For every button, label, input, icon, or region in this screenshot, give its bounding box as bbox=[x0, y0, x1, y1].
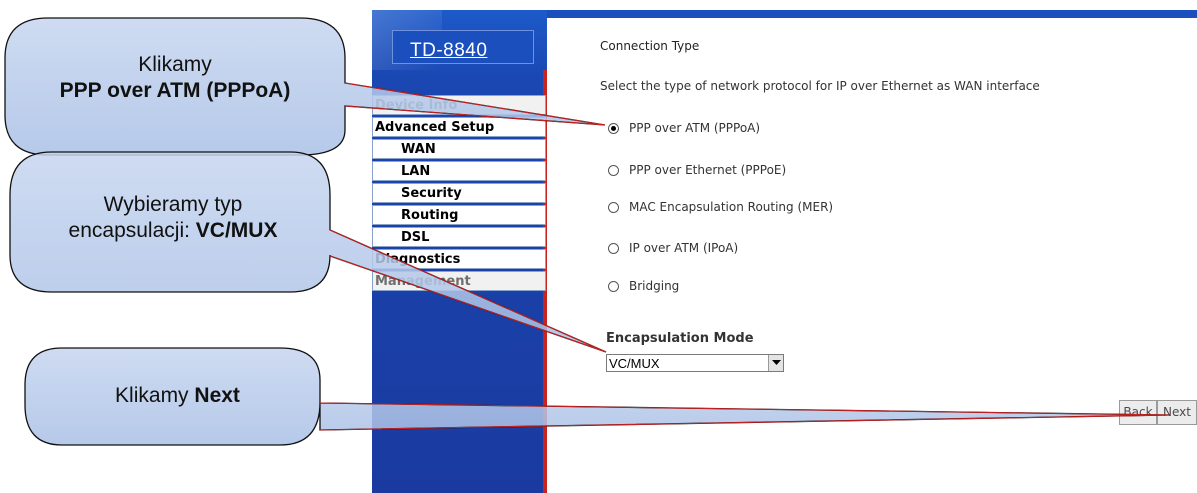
option-label: PPP over Ethernet (PPPoE) bbox=[629, 163, 787, 177]
radio-button-pppoe[interactable] bbox=[608, 164, 619, 176]
callout-text-next: Klikamy Next bbox=[40, 383, 315, 409]
brand-logo[interactable]: TD-8840 bbox=[410, 40, 500, 62]
next-button[interactable]: Next bbox=[1157, 400, 1197, 425]
callout-line-mixed: encapsulacji: VC/MUX bbox=[18, 218, 328, 244]
callout-line: Klikamy bbox=[138, 53, 212, 76]
option-bridging[interactable]: Bridging bbox=[608, 278, 679, 294]
header-band bbox=[547, 10, 1197, 18]
option-pppoa[interactable]: PPP over ATM (PPPoA) bbox=[608, 120, 760, 136]
callout-text-pppoa: Klikamy PPP over ATM (PPPoA) bbox=[20, 52, 330, 104]
option-label: IP over ATM (IPoA) bbox=[629, 241, 739, 255]
menu-item-lan[interactable]: LAN bbox=[372, 161, 546, 181]
encapsulation-mode-select[interactable]: VC/MUX bbox=[606, 354, 784, 372]
callout-text-bold: VC/MUX bbox=[195, 219, 278, 242]
radio-button-mer[interactable] bbox=[608, 201, 619, 213]
menu-item-security[interactable]: Security bbox=[372, 183, 546, 203]
chevron-down-icon[interactable] bbox=[768, 355, 783, 371]
option-label: PPP over ATM (PPPoA) bbox=[629, 121, 761, 135]
callout-text-regular: encapsulacji: bbox=[68, 219, 190, 242]
radio-button-pppoa[interactable] bbox=[608, 122, 619, 134]
encapsulation-mode-value: VC/MUX bbox=[609, 355, 660, 371]
option-mer[interactable]: MAC Encapsulation Routing (MER) bbox=[608, 199, 833, 215]
callout-line-bold: PPP over ATM (PPPoA) bbox=[59, 79, 291, 102]
menu-item-wan[interactable]: WAN bbox=[372, 139, 546, 159]
menu-item-diagnostics[interactable]: Diagnostics bbox=[372, 249, 546, 269]
option-label: MAC Encapsulation Routing (MER) bbox=[629, 200, 834, 214]
callout-text-regular: Klikamy bbox=[115, 384, 189, 407]
menu-item-advanced-setup[interactable]: Advanced Setup bbox=[372, 117, 546, 137]
section-description: Select the type of network protocol for … bbox=[600, 79, 1040, 93]
radio-button-bridging[interactable] bbox=[608, 280, 619, 292]
option-pppoe[interactable]: PPP over Ethernet (PPPoE) bbox=[608, 162, 786, 178]
menu-item-dsl[interactable]: DSL bbox=[372, 227, 546, 247]
encapsulation-mode-label: Encapsulation Mode bbox=[606, 331, 754, 346]
callout-text-bold: Next bbox=[194, 384, 240, 407]
section-title: Connection Type bbox=[600, 39, 700, 53]
radio-button-ipoa[interactable] bbox=[608, 242, 619, 254]
menu-item-routing[interactable]: Routing bbox=[372, 205, 546, 225]
option-label: Bridging bbox=[629, 279, 680, 293]
option-ipoa[interactable]: IP over ATM (IPoA) bbox=[608, 240, 738, 256]
callout-line: Wybieramy typ bbox=[103, 193, 243, 216]
menu-item-device-info[interactable]: Device Info bbox=[372, 95, 546, 115]
callout-text-encapsulation: Wybieramy typ encapsulacji: VC/MUX bbox=[18, 192, 328, 244]
back-button[interactable]: Back bbox=[1119, 400, 1157, 425]
menu-item-management[interactable]: Management bbox=[372, 271, 546, 291]
